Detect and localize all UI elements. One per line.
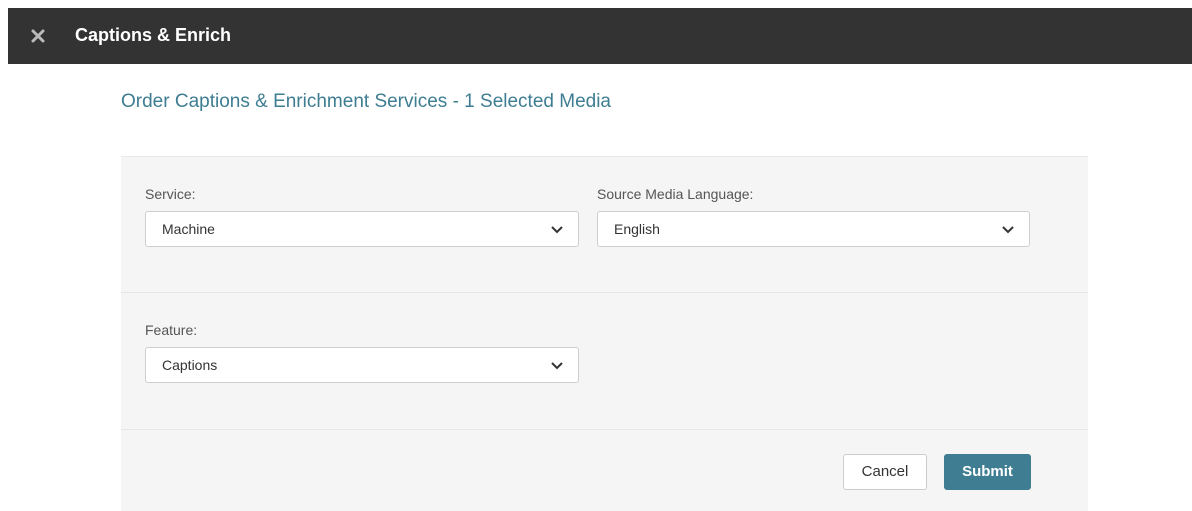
- source-language-select[interactable]: English: [597, 211, 1030, 247]
- cancel-button[interactable]: Cancel: [843, 454, 927, 490]
- actions-section: Cancel Submit: [121, 429, 1088, 511]
- chevron-down-icon: [1002, 226, 1014, 234]
- feature-section: Feature: Captions: [121, 292, 1088, 430]
- chevron-down-icon: [551, 362, 563, 370]
- feature-select-value: Captions: [162, 357, 218, 373]
- captions-enrich-dialog: Captions & Enrich Order Captions & Enric…: [0, 0, 1192, 511]
- submit-button[interactable]: Submit: [944, 454, 1031, 490]
- page-title: Captions & Enrich: [75, 25, 232, 45]
- service-label: Service:: [145, 186, 196, 202]
- source-language-label: Source Media Language:: [597, 186, 754, 202]
- topbar: Captions & Enrich: [8, 8, 1192, 64]
- service-select-value: Machine: [162, 221, 215, 237]
- service-select[interactable]: Machine: [145, 211, 579, 247]
- close-icon[interactable]: [24, 22, 52, 50]
- chevron-down-icon: [551, 226, 563, 234]
- source-language-select-value: English: [614, 221, 660, 237]
- order-heading: Order Captions & Enrichment Services - 1…: [121, 91, 611, 112]
- order-form-panel: Service: Machine Source Media Language: …: [121, 156, 1088, 511]
- service-section: Service: Machine Source Media Language: …: [121, 156, 1088, 293]
- feature-select[interactable]: Captions: [145, 347, 579, 383]
- feature-label: Feature:: [145, 322, 198, 338]
